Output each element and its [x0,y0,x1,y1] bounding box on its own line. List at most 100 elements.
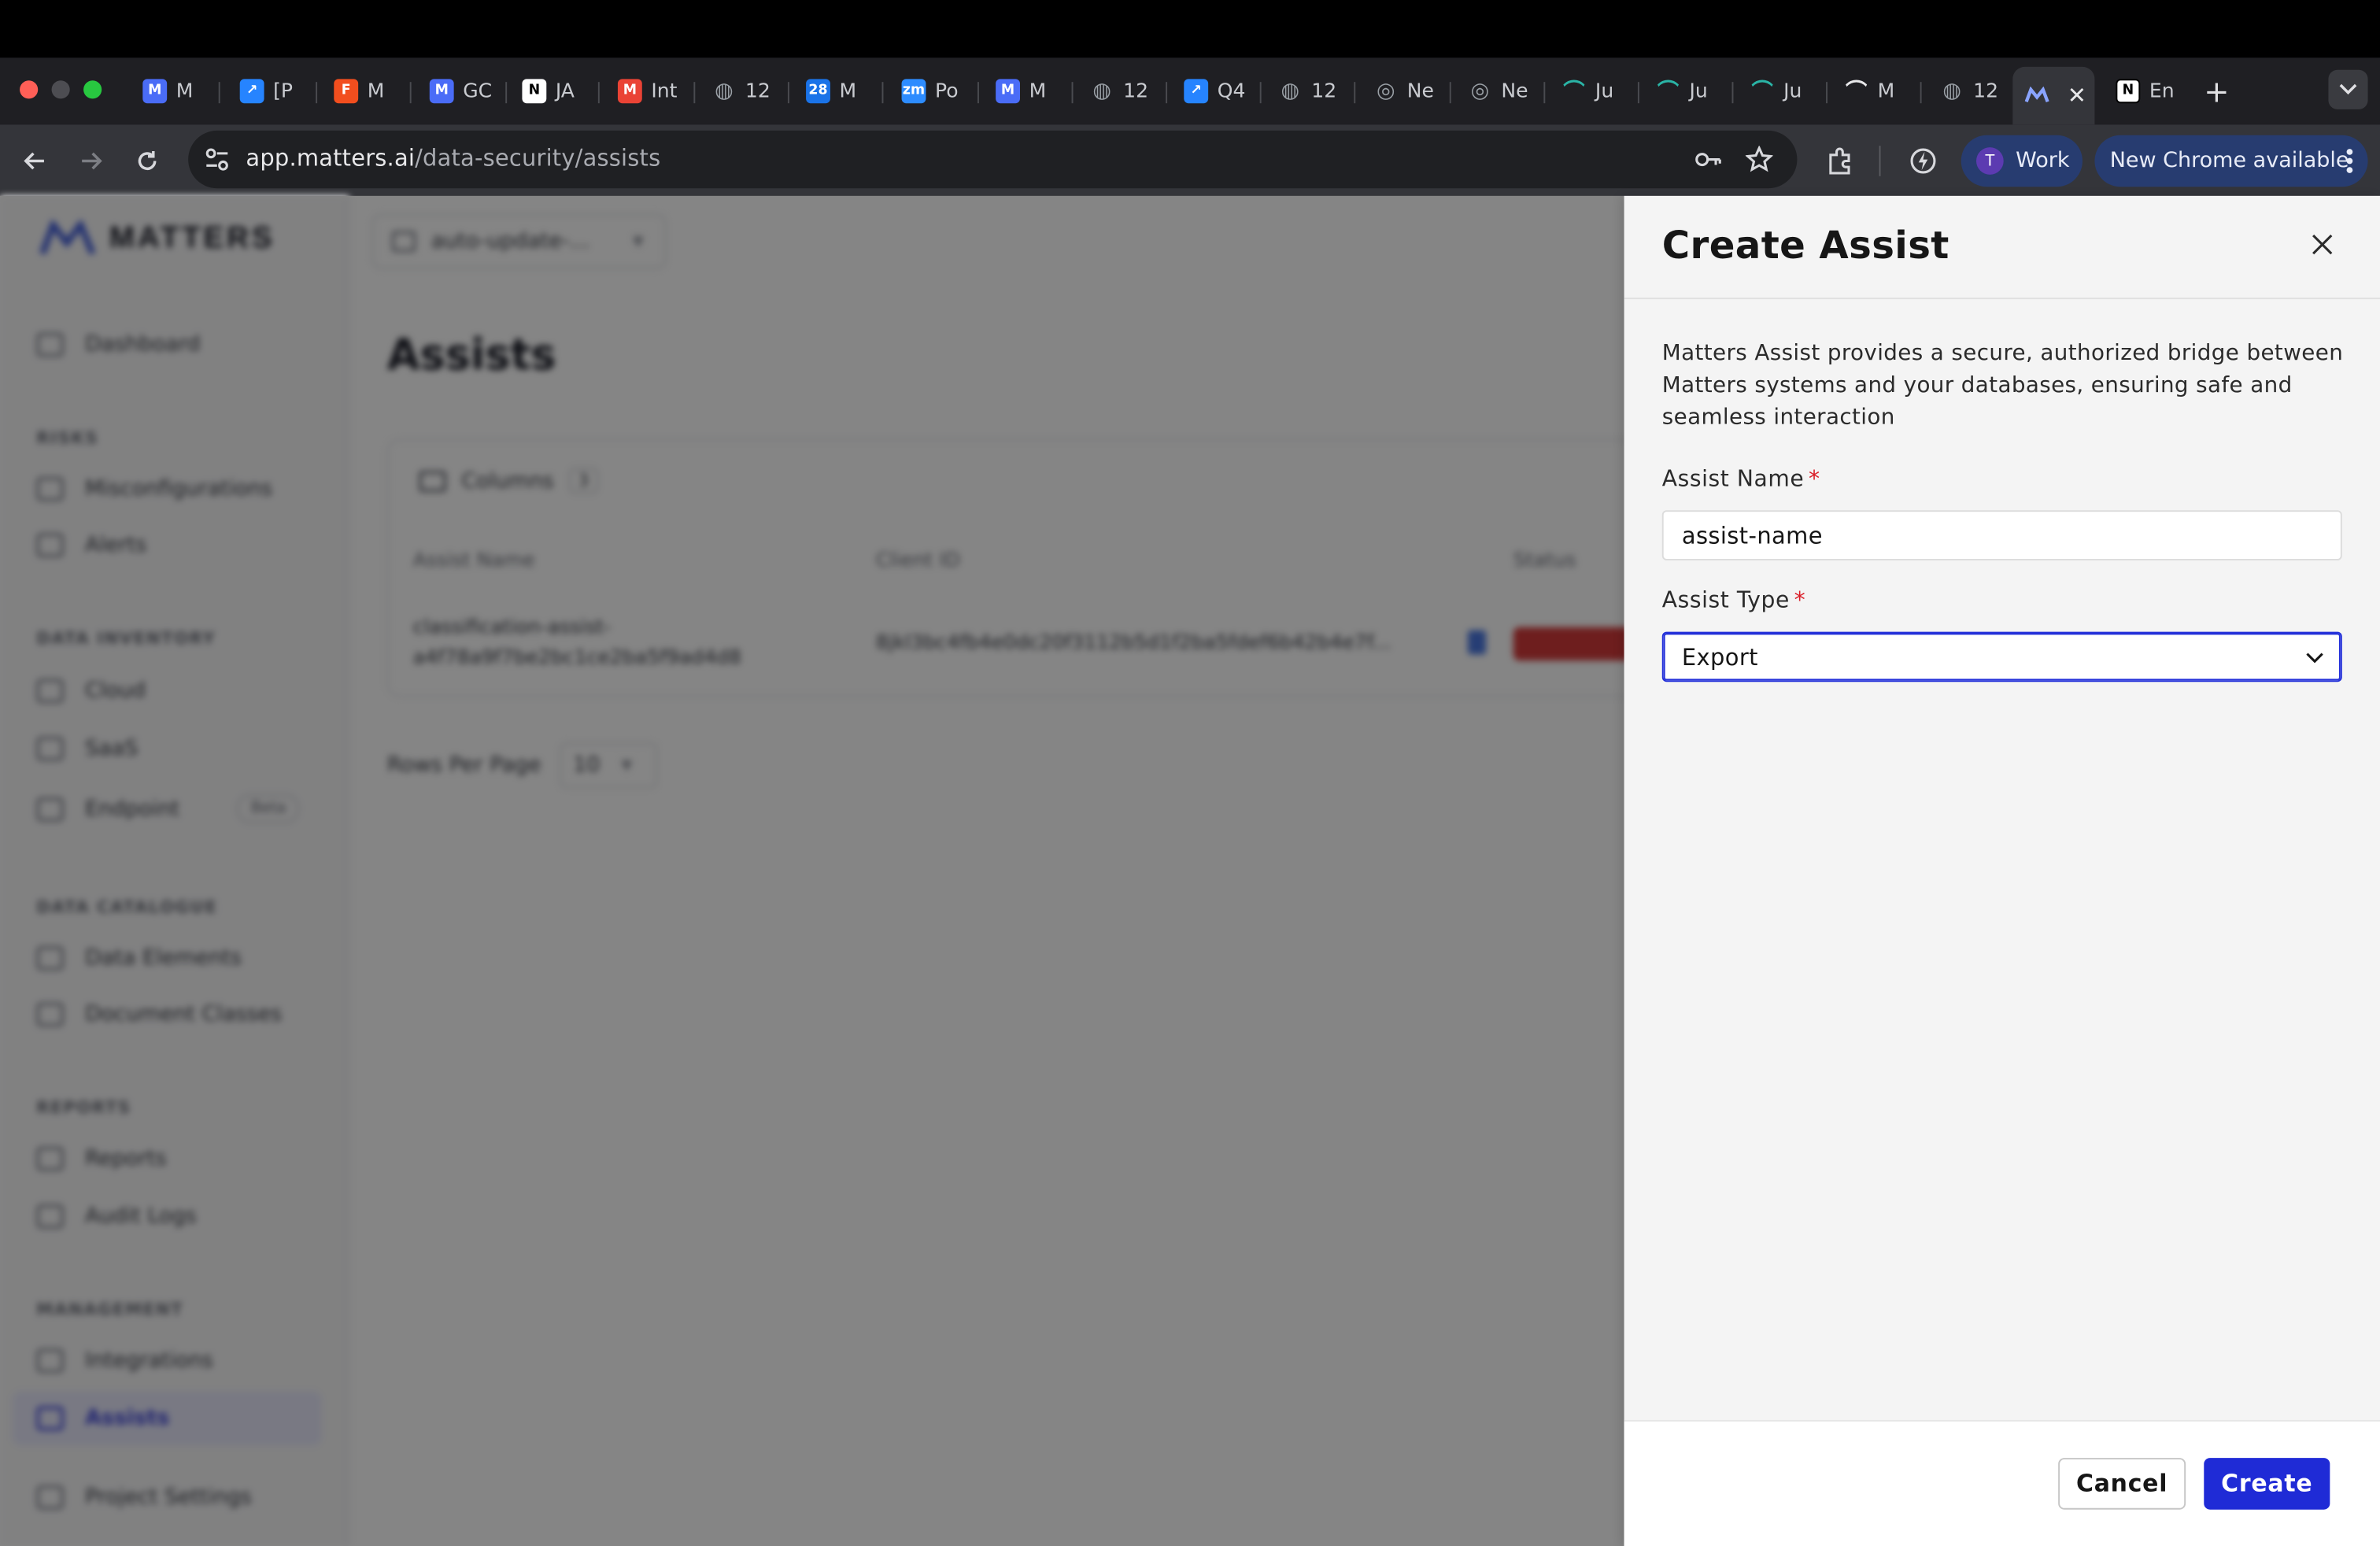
url-text[interactable]: app.matters.ai/data-security/assists [246,144,660,172]
arrow-left-icon [24,152,44,170]
tab-label: Po [934,80,959,103]
required-asterisk: * [1809,466,1820,493]
tab-label: Ne [1406,80,1434,103]
assist-type-label-text: Assist Type [1661,587,1790,614]
tab-5[interactable]: N JA [510,70,595,113]
tab-label: Int [651,80,678,103]
tab-separator [218,82,220,104]
tab-20[interactable]: ◍ 12 [1927,70,2012,113]
tab-label: 12 [745,80,771,103]
tab-16[interactable]: ⌒ Ju [1550,70,1635,113]
tab-separator [693,82,696,104]
assist-type-label: Assist Type * [1662,588,1806,614]
matters-icon: M [996,79,1020,104]
close-icon [2312,234,2333,255]
site-settings-icon[interactable] [203,146,231,173]
tab-2[interactable]: ↗ [P [227,70,312,113]
chrome-update-button[interactable]: New Chrome available [2094,135,2368,187]
tab-label: M [1029,80,1047,103]
jupyter-icon: ⌒ [1846,80,1868,105]
matters-icon: M [429,79,454,104]
tab-separator [505,82,508,104]
tab-14[interactable]: ◎ Ne [1362,70,1447,113]
assist-type-select[interactable]: Export [1661,631,2342,682]
toolbar-divider [1879,146,1881,176]
extensions-icon[interactable] [1824,146,1855,176]
tab-13[interactable]: ◍ 12 [1266,70,1351,113]
tab-label: Ju [1783,80,1802,103]
cancel-button[interactable]: Cancel [2058,1458,2186,1510]
assist-name-value: assist-name [1681,521,1823,549]
tab-6[interactable]: M Int [605,70,690,113]
minimize-window-button[interactable] [51,80,70,99]
tab-separator [1637,82,1639,104]
tab-11[interactable]: ◍ 12 [1077,70,1162,113]
calendar-icon: 28 [806,79,830,104]
close-window-button[interactable] [20,80,39,99]
address-bar[interactable]: app.matters.ai/data-security/assists [188,130,1798,189]
tab-separator [1259,82,1262,104]
required-asterisk: * [1794,587,1806,614]
forward-button[interactable] [73,142,109,179]
tab-9[interactable]: zm Po [889,70,974,113]
tab-12[interactable]: ↗ Q4 [1172,70,1257,113]
tab-18[interactable]: ⌒ Ju [1738,70,1823,113]
avatar: T [1975,147,2004,175]
tab-label: Q4 [1217,80,1246,103]
browser-tab-strip: M M ↗ [P F M M GC N JA M Int ◍ 12 28 Mzm Po M M ◍ 12 ↗ Q4 ◍ 12 ◎ N… [0,57,2380,125]
tab-last[interactable]: N En [2104,70,2186,113]
chevron-down-icon [2306,653,2323,664]
close-tab-icon[interactable]: ✕ [2068,82,2086,109]
bookmark-star-icon[interactable] [1745,146,1773,173]
tab-active[interactable]: ✕ [2012,66,2095,125]
tab-8[interactable]: 28 M [794,70,879,113]
tab-label: Ne [1501,80,1528,103]
zoom-icon: zm [901,79,926,104]
jupyter-icon: ⌒ [1751,80,1773,105]
drawer-title: Create Assist [1661,223,1949,268]
tab-7[interactable]: ◍ 12 [700,70,785,113]
chevron-down-icon [2339,83,2357,95]
tab-label: 12 [1973,80,1999,103]
tab-3[interactable]: FM [322,70,407,113]
tab-separator [1826,82,1828,104]
reload-icon [138,150,157,171]
tab-15[interactable]: ◎ Ne [1455,70,1540,113]
tab-label: [P [273,80,294,103]
tab-separator [787,82,789,104]
tab-label: 12 [1123,80,1149,103]
more-menu-icon[interactable] [2346,149,2353,173]
new-tab-button[interactable]: + [2204,73,2229,109]
tab-search-button[interactable] [2328,69,2368,109]
tab-label: En [2149,80,2175,103]
tab-label: M [839,80,857,103]
tab-separator [1354,82,1356,104]
profile-button[interactable]: T Work [1961,135,2082,187]
performance-icon[interactable] [1908,146,1938,176]
tab-17[interactable]: ⌒ Ju [1644,70,1729,113]
macos-menu-bar [0,0,2380,58]
jira-icon: ↗ [239,79,264,104]
tab-19[interactable]: ⌒ M [1832,70,1917,113]
back-button[interactable] [17,142,53,179]
browser-toolbar: app.matters.ai/data-security/assists T W… [0,124,2380,196]
tab-label: M [176,80,194,103]
drawer-header: Create Assist [1624,196,2380,300]
reload-button[interactable] [129,142,165,179]
tab-1[interactable]: MM [131,70,216,113]
drawer-footer: Cancel Create [1624,1419,2380,1546]
jupyter-icon: ⌒ [1563,80,1585,105]
tab-10[interactable]: MM [984,70,1069,113]
tab-4[interactable]: M GC [417,70,502,113]
close-drawer-button[interactable] [2304,226,2341,262]
tab-separator [316,82,318,104]
tab-label: 12 [1311,80,1337,103]
update-label: New Chrome available [2109,149,2349,173]
create-button[interactable]: Create [2204,1458,2330,1510]
maximize-window-button[interactable] [83,80,102,99]
assist-name-label-text: Assist Name [1661,466,1805,493]
assist-name-input[interactable]: assist-name [1661,510,2342,560]
tab-label: JA [555,80,575,103]
password-key-icon[interactable] [1694,146,1721,173]
notion-icon: N [522,79,547,104]
